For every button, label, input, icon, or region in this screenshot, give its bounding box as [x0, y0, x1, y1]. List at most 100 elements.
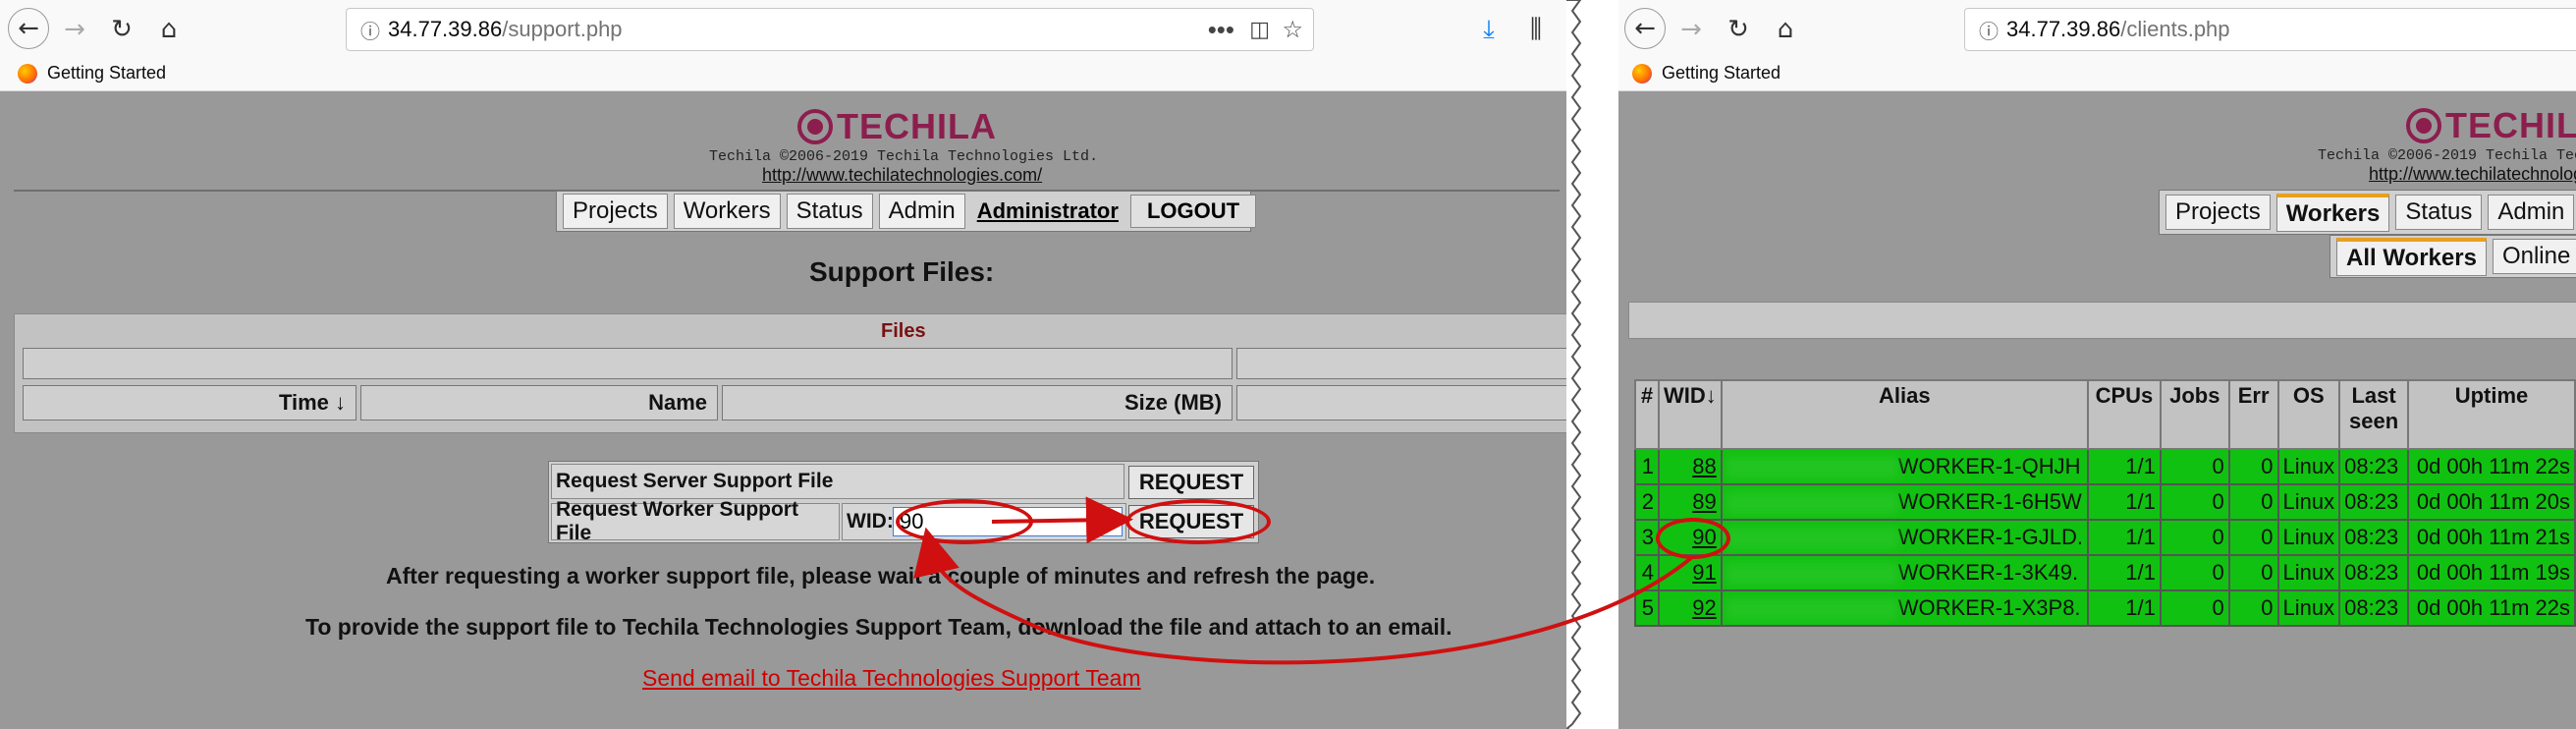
row-wid-link[interactable]: 92 — [1657, 589, 1723, 627]
forward-icon[interactable]: → — [1675, 14, 1707, 45]
website-link[interactable]: http://www.techilatechnologies.com/ — [762, 165, 1042, 186]
info-text-1: After requesting a worker support file, … — [386, 563, 1376, 589]
website-link[interactable]: http://www.techilatechnologies.com/ — [2369, 164, 2576, 185]
row-err: 0 — [2227, 554, 2279, 591]
logout-button[interactable]: LOGOUT — [1129, 195, 1257, 228]
row-err: 0 — [2227, 519, 2279, 556]
files-empty-row — [1236, 348, 1569, 379]
home-icon[interactable]: ⌂ — [153, 14, 185, 45]
menu-workers[interactable]: Workers — [673, 194, 781, 229]
reload-icon[interactable]: ↻ — [106, 14, 137, 45]
menu-status[interactable]: Status — [2395, 195, 2483, 230]
row-alias: WORKER-1-3K49. — [1720, 554, 2089, 591]
forward-icon[interactable]: → — [59, 14, 90, 45]
row-uptime: 0d 00h 11m 22s — [2407, 448, 2576, 485]
column-last-seen[interactable]: Last seen — [2338, 379, 2410, 450]
column-time[interactable]: Time ↓ — [23, 385, 356, 421]
address-bar[interactable]: ⓘ 34.77.39.86/support.php ••• ◫ ☆ — [346, 8, 1314, 51]
row-alias: WORKER-1-QHJH — [1720, 448, 2089, 485]
back-icon[interactable]: ← — [8, 8, 49, 49]
table-row[interactable]: 5 92 WORKER-1-X3P8. 1/1 0 0 Linux 08:23 0d 00h 1… — [1634, 589, 2576, 627]
table-row[interactable]: 2 89 WORKER-1-6H5W 1/1 0 0 Linux 08:23 0d 00h 11… — [1634, 483, 2576, 521]
user-name[interactable]: Administrator — [971, 198, 1124, 224]
library-icon[interactable]: ⫼ — [1520, 14, 1552, 45]
column-index[interactable]: # — [1634, 379, 1660, 450]
row-err: 0 — [2227, 448, 2279, 485]
row-last-seen: 08:23 — [2338, 519, 2410, 556]
column-cpus[interactable]: CPUs — [2086, 379, 2162, 450]
row-os: Linux — [2276, 483, 2341, 521]
blurred-alias-prefix — [1726, 457, 1898, 479]
site-info-icon[interactable]: ⓘ — [353, 16, 388, 44]
firefox-icon — [18, 63, 37, 84]
row-wid-link[interactable]: 89 — [1657, 483, 1723, 521]
bookmarks-bar: Getting Started — [1618, 57, 2576, 91]
workers-browser-window: ← → ↻ ⌂ ⓘ 34.77.39.86/clients.php Gettin… — [1618, 0, 2576, 729]
copyright-text: Techila ©2006-2019 Techila Technologies … — [2318, 147, 2576, 164]
files-empty-row — [23, 348, 1233, 379]
browser-toolbar: ← → ↻ ⌂ ⓘ 34.77.39.86/support.php ••• ◫ … — [0, 0, 1569, 57]
column-alias[interactable]: Alias — [1720, 379, 2089, 450]
page-actions-icon[interactable]: ••• — [1208, 15, 1234, 45]
files-panel: Files Time ↓ Name Size (MB) — [14, 313, 1569, 433]
page-title: Support Files: — [809, 256, 995, 287]
column-name[interactable]: Name — [360, 385, 718, 421]
techila-logo-icon — [2406, 108, 2441, 143]
blurred-alias-prefix — [1726, 492, 1898, 515]
table-row[interactable]: 3 90 WORKER-1-GJLD. 1/1 0 0 Linux 08:23 0d 00h 1… — [1634, 519, 2576, 556]
row-index: 4 — [1634, 554, 1660, 591]
back-icon[interactable]: ← — [1624, 8, 1666, 49]
browser-toolbar: ← → ↻ ⌂ ⓘ 34.77.39.86/clients.php — [1618, 0, 2576, 57]
submenu-online[interactable]: Online — [2492, 239, 2576, 274]
techila-logo: TECHILA — [797, 106, 997, 147]
table-row[interactable]: 1 88 WORKER-1-QHJH 1/1 0 0 Linux 08:23 0d 00h 11… — [1634, 448, 2576, 485]
address-bar[interactable]: ⓘ 34.77.39.86/clients.php — [1964, 8, 2576, 51]
main-menu: Projects Workers Status Admin — [2159, 190, 2576, 235]
url-path: /clients.php — [2120, 17, 2230, 41]
column-os[interactable]: OS — [2276, 379, 2341, 450]
info-text-2: To provide the support file to Techila T… — [305, 614, 1452, 640]
menu-projects[interactable]: Projects — [2165, 195, 2271, 230]
row-alias: WORKER-1-X3P8. — [1720, 589, 2089, 627]
menu-projects[interactable]: Projects — [563, 194, 668, 229]
column-uptime[interactable]: Uptime — [2407, 379, 2576, 450]
alias-text: WORKER-1-3K49. — [1897, 560, 2079, 585]
site-info-icon[interactable]: ⓘ — [1971, 16, 2006, 44]
row-wid-link[interactable]: 91 — [1657, 554, 1723, 591]
files-panel-title: Files — [881, 320, 926, 342]
row-jobs: 0 — [2159, 589, 2230, 627]
bookmark-label: Getting Started — [47, 63, 167, 83]
row-last-seen: 08:23 — [2338, 589, 2410, 627]
bookmark-star-icon[interactable]: ☆ — [1282, 16, 1303, 43]
row-jobs: 0 — [2159, 519, 2230, 556]
email-support-link[interactable]: Send email to Techila Technologies Suppo… — [642, 665, 1141, 692]
home-icon[interactable]: ⌂ — [1770, 14, 1801, 45]
download-icon[interactable]: ⤓ — [1473, 14, 1505, 45]
annotation-circle-wid-90 — [1656, 518, 1730, 559]
bookmark-getting-started[interactable]: Getting Started — [18, 63, 166, 84]
row-err: 0 — [2227, 483, 2279, 521]
column-wid[interactable]: WID↓ — [1657, 379, 1723, 450]
menu-admin[interactable]: Admin — [878, 194, 965, 229]
menu-admin[interactable]: Admin — [2488, 195, 2575, 230]
row-wid-link[interactable]: 88 — [1657, 448, 1723, 485]
column-size[interactable]: Size (MB) — [722, 385, 1233, 421]
alias-text: WORKER-1-GJLD. — [1897, 525, 2083, 549]
bookmarks-bar: Getting Started — [0, 57, 1569, 91]
menu-status[interactable]: Status — [786, 194, 873, 229]
row-cpus: 1/1 — [2086, 448, 2162, 485]
row-cpus: 1/1 — [2086, 589, 2162, 627]
reload-icon[interactable]: ↻ — [1723, 14, 1754, 45]
torn-edge-divider — [1566, 0, 1582, 729]
column-err[interactable]: Err — [2227, 379, 2279, 450]
annotation-circle-wid-input — [896, 499, 1033, 544]
menu-workers[interactable]: Workers — [2275, 193, 2390, 232]
row-jobs: 0 — [2159, 554, 2230, 591]
request-server-button[interactable]: REQUEST — [1128, 466, 1254, 499]
column-jobs[interactable]: Jobs — [2159, 379, 2230, 450]
table-row[interactable]: 4 91 WORKER-1-3K49. 1/1 0 0 Linux 08:23 0d 00h 1… — [1634, 554, 2576, 591]
bookmark-getting-started[interactable]: Getting Started — [1632, 63, 1781, 84]
submenu-all-workers[interactable]: All Workers — [2336, 237, 2487, 276]
pocket-icon[interactable]: ◫ — [1249, 18, 1270, 42]
alias-text: WORKER-1-QHJH — [1897, 454, 2081, 478]
